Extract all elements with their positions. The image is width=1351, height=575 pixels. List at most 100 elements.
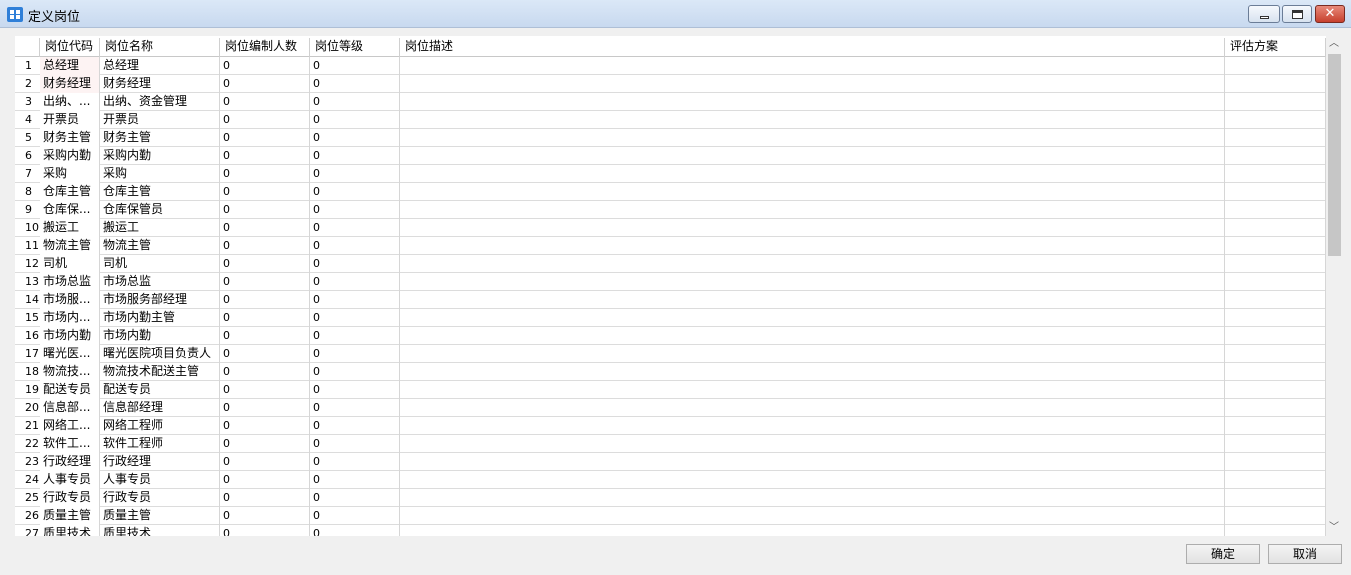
- position-description-cell[interactable]: [400, 381, 1225, 399]
- position-description-cell[interactable]: [400, 183, 1225, 201]
- position-name-cell[interactable]: 信息部经理: [100, 399, 220, 417]
- evaluation-plan-cell[interactable]: [1225, 291, 1326, 309]
- evaluation-plan-cell[interactable]: [1225, 237, 1326, 255]
- position-code-cell[interactable]: 网络工...: [40, 417, 100, 435]
- position-level-cell[interactable]: 0: [310, 363, 400, 381]
- position-level-cell[interactable]: 0: [310, 291, 400, 309]
- table-row[interactable]: 25 行政专员 行政专员 0 0: [15, 489, 1326, 507]
- chevron-up-icon[interactable]: ︿: [1326, 36, 1342, 52]
- table-row[interactable]: 22 软件工... 软件工程师 0 0: [15, 435, 1326, 453]
- position-code-cell[interactable]: 质量主管: [40, 507, 100, 525]
- position-description-cell[interactable]: [400, 219, 1225, 237]
- position-code-cell[interactable]: 物流技...: [40, 363, 100, 381]
- headcount-cell[interactable]: 0: [220, 453, 310, 471]
- position-code-cell[interactable]: 采购: [40, 165, 100, 183]
- position-name-cell[interactable]: 司机: [100, 255, 220, 273]
- position-description-cell[interactable]: [400, 345, 1225, 363]
- position-level-cell[interactable]: 0: [310, 219, 400, 237]
- position-code-cell[interactable]: 行政经理: [40, 453, 100, 471]
- evaluation-plan-cell[interactable]: [1225, 129, 1326, 147]
- evaluation-plan-cell[interactable]: [1225, 309, 1326, 327]
- table-row[interactable]: 15 市场内... 市场内勤主管 0 0: [15, 309, 1326, 327]
- position-name-cell[interactable]: 仓库保管员: [100, 201, 220, 219]
- position-code-cell[interactable]: 仓库主管: [40, 183, 100, 201]
- evaluation-plan-cell[interactable]: [1225, 165, 1326, 183]
- position-name-cell[interactable]: 网络工程师: [100, 417, 220, 435]
- cancel-button[interactable]: 取消: [1268, 544, 1342, 564]
- position-level-cell[interactable]: 0: [310, 75, 400, 93]
- position-description-cell[interactable]: [400, 453, 1225, 471]
- position-description-cell[interactable]: [400, 363, 1225, 381]
- evaluation-plan-cell[interactable]: [1225, 57, 1326, 75]
- evaluation-plan-cell[interactable]: [1225, 327, 1326, 345]
- table-row[interactable]: 23 行政经理 行政经理 0 0: [15, 453, 1326, 471]
- headcount-cell[interactable]: 0: [220, 129, 310, 147]
- table-row[interactable]: 7 采购 采购 0 0: [15, 165, 1326, 183]
- headcount-cell[interactable]: 0: [220, 93, 310, 111]
- headcount-cell[interactable]: 0: [220, 57, 310, 75]
- headcount-cell[interactable]: 0: [220, 507, 310, 525]
- table-row[interactable]: 27 质里技术 质里技术 0 0: [15, 525, 1326, 536]
- position-code-cell[interactable]: 曙光医...: [40, 345, 100, 363]
- position-level-cell[interactable]: 0: [310, 57, 400, 75]
- header-position-level[interactable]: 岗位等级: [310, 38, 400, 57]
- position-name-cell[interactable]: 行政专员: [100, 489, 220, 507]
- position-level-cell[interactable]: 0: [310, 489, 400, 507]
- position-code-cell[interactable]: 总经理: [40, 57, 100, 75]
- headcount-cell[interactable]: 0: [220, 291, 310, 309]
- position-level-cell[interactable]: 0: [310, 327, 400, 345]
- header-position-description[interactable]: 岗位描述: [400, 38, 1225, 57]
- position-name-cell[interactable]: 人事专员: [100, 471, 220, 489]
- position-level-cell[interactable]: 0: [310, 165, 400, 183]
- position-name-cell[interactable]: 市场服务部经理: [100, 291, 220, 309]
- position-code-cell[interactable]: 人事专员: [40, 471, 100, 489]
- position-code-cell[interactable]: 财务主管: [40, 129, 100, 147]
- headcount-cell[interactable]: 0: [220, 525, 310, 536]
- position-description-cell[interactable]: [400, 327, 1225, 345]
- position-description-cell[interactable]: [400, 129, 1225, 147]
- evaluation-plan-cell[interactable]: [1225, 93, 1326, 111]
- position-description-cell[interactable]: [400, 309, 1225, 327]
- evaluation-plan-cell[interactable]: [1225, 111, 1326, 129]
- headcount-cell[interactable]: 0: [220, 75, 310, 93]
- headcount-cell[interactable]: 0: [220, 327, 310, 345]
- position-level-cell[interactable]: 0: [310, 147, 400, 165]
- headcount-cell[interactable]: 0: [220, 471, 310, 489]
- position-name-cell[interactable]: 软件工程师: [100, 435, 220, 453]
- position-name-cell[interactable]: 搬运工: [100, 219, 220, 237]
- headcount-cell[interactable]: 0: [220, 435, 310, 453]
- position-name-cell[interactable]: 配送专员: [100, 381, 220, 399]
- evaluation-plan-cell[interactable]: [1225, 345, 1326, 363]
- headcount-cell[interactable]: 0: [220, 345, 310, 363]
- position-description-cell[interactable]: [400, 165, 1225, 183]
- table-row[interactable]: 3 出纳、... 出纳、资金管理 0 0: [15, 93, 1326, 111]
- position-code-cell[interactable]: 仓库保...: [40, 201, 100, 219]
- evaluation-plan-cell[interactable]: [1225, 435, 1326, 453]
- position-level-cell[interactable]: 0: [310, 309, 400, 327]
- position-level-cell[interactable]: 0: [310, 345, 400, 363]
- position-description-cell[interactable]: [400, 399, 1225, 417]
- table-row[interactable]: 24 人事专员 人事专员 0 0: [15, 471, 1326, 489]
- position-description-cell[interactable]: [400, 93, 1225, 111]
- headcount-cell[interactable]: 0: [220, 363, 310, 381]
- evaluation-plan-cell[interactable]: [1225, 75, 1326, 93]
- position-description-cell[interactable]: [400, 525, 1225, 536]
- position-level-cell[interactable]: 0: [310, 471, 400, 489]
- position-code-cell[interactable]: 司机: [40, 255, 100, 273]
- position-level-cell[interactable]: 0: [310, 453, 400, 471]
- evaluation-plan-cell[interactable]: [1225, 489, 1326, 507]
- chevron-down-icon[interactable]: ﹀: [1326, 520, 1342, 536]
- position-name-cell[interactable]: 物流主管: [100, 237, 220, 255]
- position-name-cell[interactable]: 总经理: [100, 57, 220, 75]
- table-row[interactable]: 13 市场总监 市场总监 0 0: [15, 273, 1326, 291]
- table-row[interactable]: 14 市场服... 市场服务部经理 0 0: [15, 291, 1326, 309]
- position-code-cell[interactable]: 出纳、...: [40, 93, 100, 111]
- position-description-cell[interactable]: [400, 489, 1225, 507]
- position-code-cell[interactable]: 行政专员: [40, 489, 100, 507]
- position-level-cell[interactable]: 0: [310, 93, 400, 111]
- position-level-cell[interactable]: 0: [310, 525, 400, 536]
- headcount-cell[interactable]: 0: [220, 381, 310, 399]
- table-row[interactable]: 5 财务主管 财务主管 0 0: [15, 129, 1326, 147]
- evaluation-plan-cell[interactable]: [1225, 219, 1326, 237]
- table-row[interactable]: 12 司机 司机 0 0: [15, 255, 1326, 273]
